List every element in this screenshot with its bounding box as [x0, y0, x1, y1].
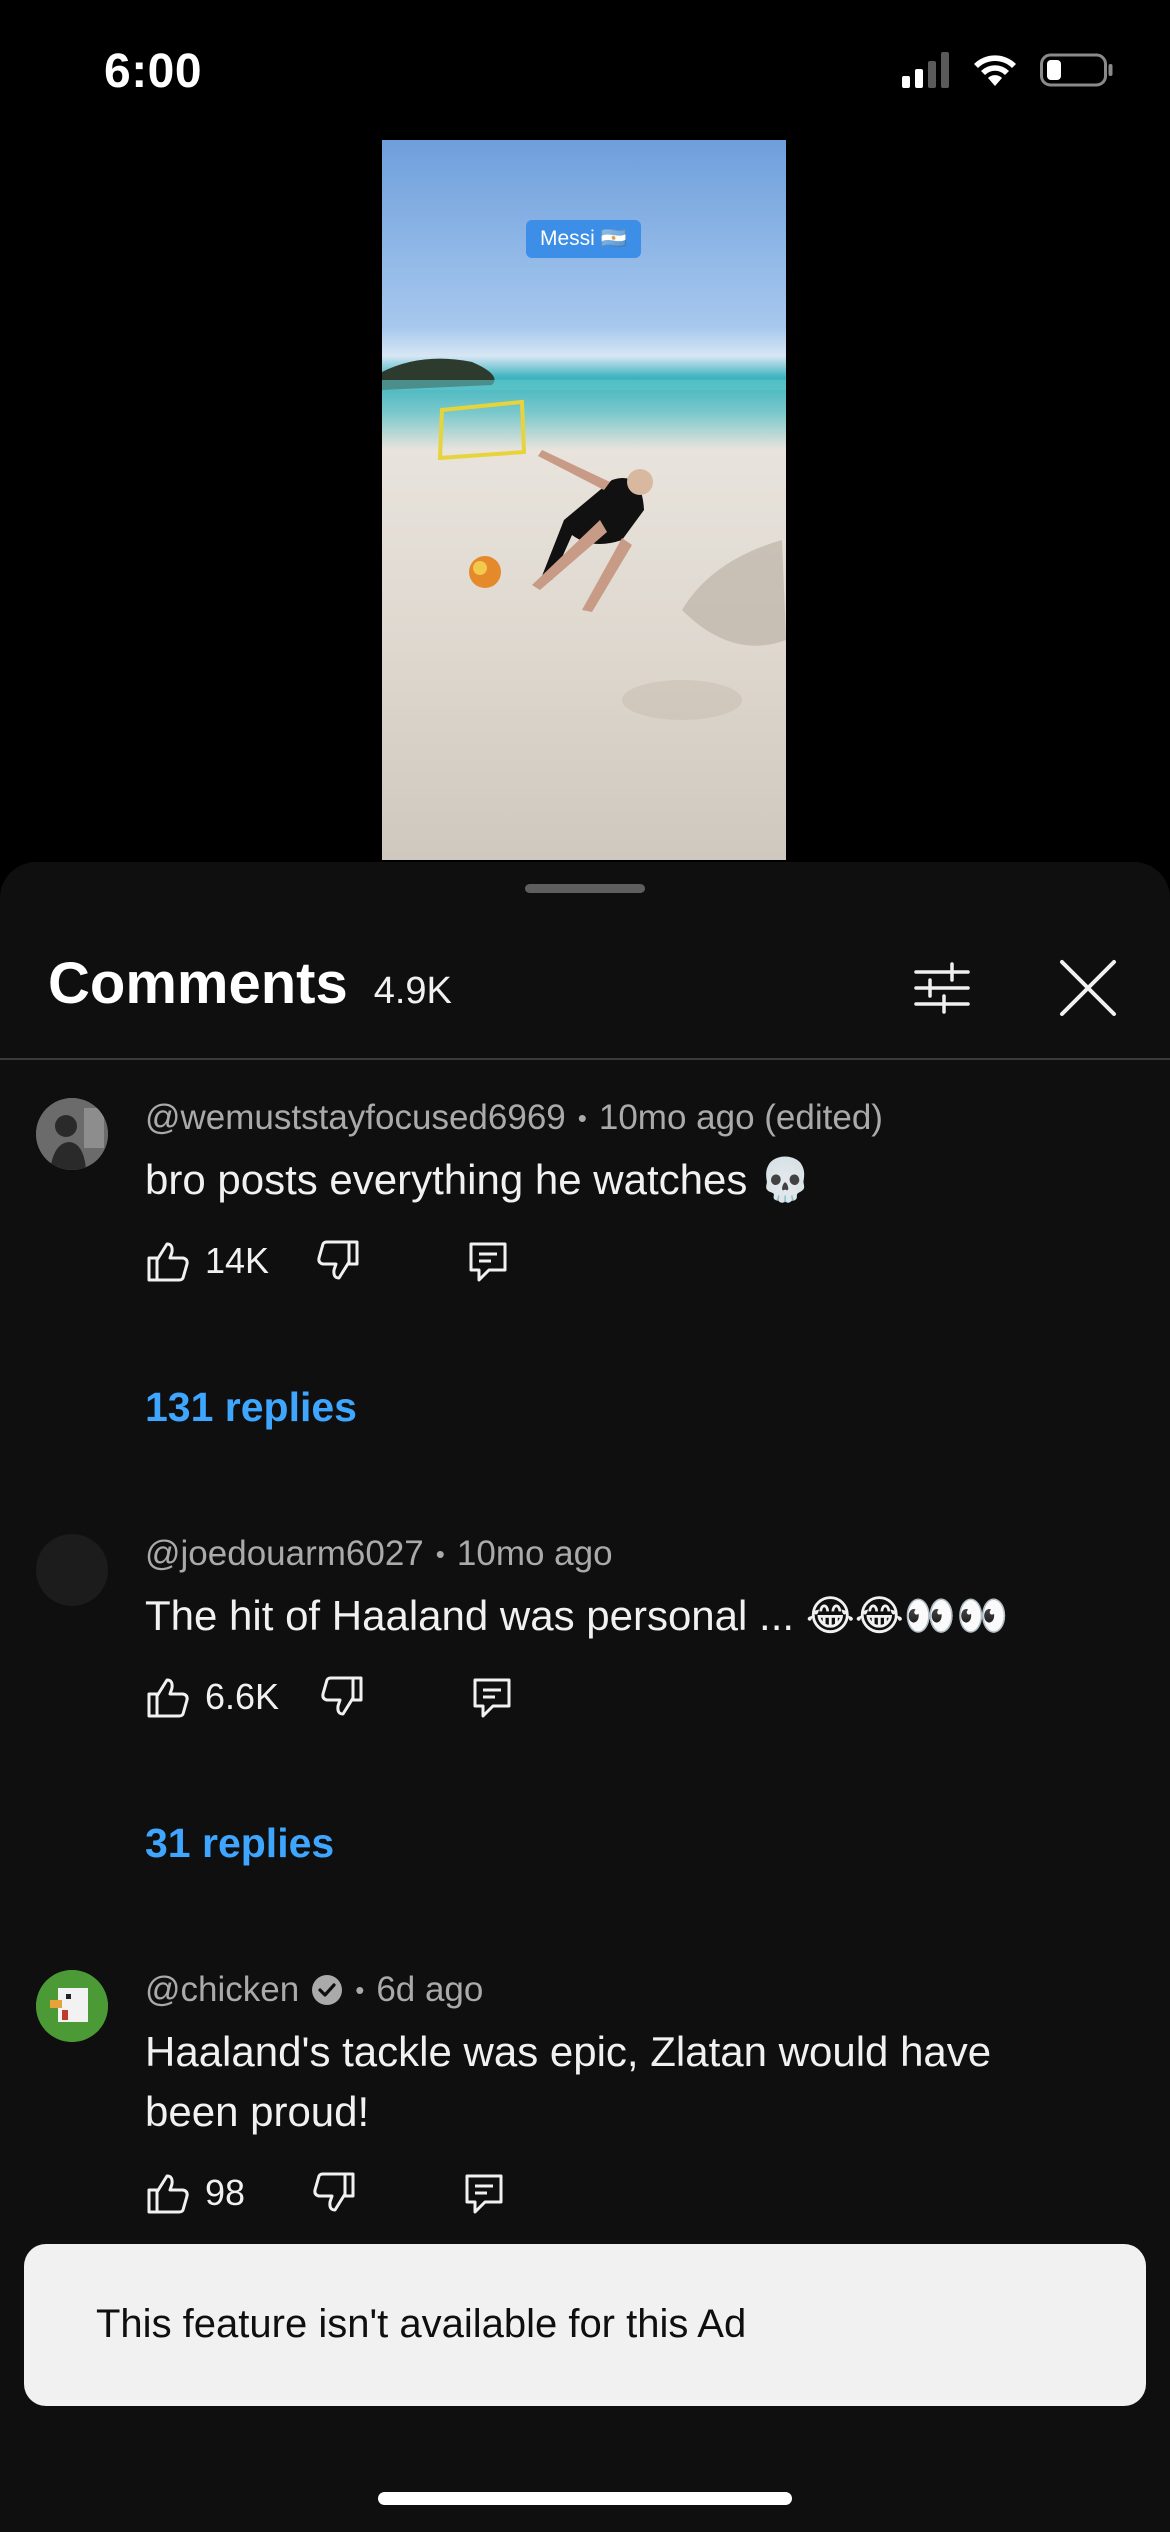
comment-text: Haaland's tackle was epic, Zlatan would … [145, 2028, 992, 2135]
avatar[interactable] [36, 1534, 108, 1606]
video-player[interactable]: Messi 🇦🇷 [382, 140, 786, 860]
toast-notification: This feature isn't available for this Ad [24, 2244, 1146, 2406]
comment-author[interactable]: @joedouarm6027 [145, 1534, 424, 1574]
status-time: 6:00 [104, 45, 203, 98]
comment-actions: 98 [145, 2170, 507, 2216]
comment-meta: @wemuststayfocused6969 • 10mo ago (edite… [145, 1098, 883, 1138]
drag-handle[interactable] [525, 884, 645, 893]
filter-button[interactable] [906, 952, 978, 1024]
verified-badge-icon [312, 1975, 343, 2005]
like-count: 6.6K [205, 1676, 280, 1717]
comments-count: 4.9K [373, 970, 452, 1012]
close-icon [1060, 960, 1116, 1016]
comment-actions: 6.6K [145, 1674, 515, 1720]
replies-link[interactable]: 31 replies [145, 1820, 334, 1867]
comment-time: 10mo ago [456, 1534, 613, 1573]
home-indicator[interactable] [378, 2492, 792, 2505]
like-button[interactable]: 14K [145, 1238, 269, 1284]
comment-actions: 14K [145, 1238, 511, 1284]
thumbs-up-icon [147, 2174, 189, 2214]
thumbs-down-icon[interactable] [315, 1238, 361, 1284]
comments-title: Comments [48, 951, 348, 1016]
video-sticker-label: Messi 🇦🇷 [526, 220, 641, 258]
like-count: 14K [205, 1240, 270, 1281]
comment-author[interactable]: @wemuststayfocused6969 [145, 1098, 566, 1138]
wifi-icon [974, 55, 1016, 86]
cellular-signal-icon [902, 52, 949, 88]
comment-meta: @chicken • 6d ago [145, 1970, 484, 2010]
header-divider [0, 1058, 1170, 1060]
replies-link[interactable]: 131 replies [145, 1384, 357, 1431]
thumbs-up-icon [147, 1678, 189, 1718]
comment-text: bro posts everything he watches 💀 [145, 1156, 812, 1203]
avatar[interactable] [36, 1098, 108, 1170]
battery-icon [1040, 53, 1113, 87]
comment-time: 10mo ago (edited) [598, 1098, 883, 1137]
thumbs-down-icon[interactable] [319, 1674, 365, 1720]
thumbs-up-icon [147, 1242, 189, 1282]
comment-time: 6d ago [376, 1970, 484, 2009]
like-count: 98 [205, 2172, 246, 2213]
reply-icon[interactable] [461, 2170, 507, 2216]
like-button[interactable]: 98 [145, 2170, 245, 2216]
thumbs-down-icon[interactable] [311, 2170, 357, 2216]
comment-text: The hit of Haaland was personal ... 😂😂👀👀 [145, 1592, 1009, 1639]
toast-message: This feature isn't available for this Ad [96, 2302, 747, 2346]
close-button[interactable] [1052, 952, 1124, 1024]
comment-meta: @joedouarm6027 • 10mo ago [145, 1534, 613, 1574]
sliders-icon [914, 962, 970, 1014]
comments-header: Comments 4.9K [48, 950, 452, 1017]
reply-icon[interactable] [469, 1674, 515, 1720]
reply-icon[interactable] [465, 1238, 511, 1284]
comment-author[interactable]: @chicken [145, 1970, 299, 2010]
like-button[interactable]: 6.6K [145, 1674, 279, 1720]
avatar[interactable] [36, 1970, 108, 2042]
